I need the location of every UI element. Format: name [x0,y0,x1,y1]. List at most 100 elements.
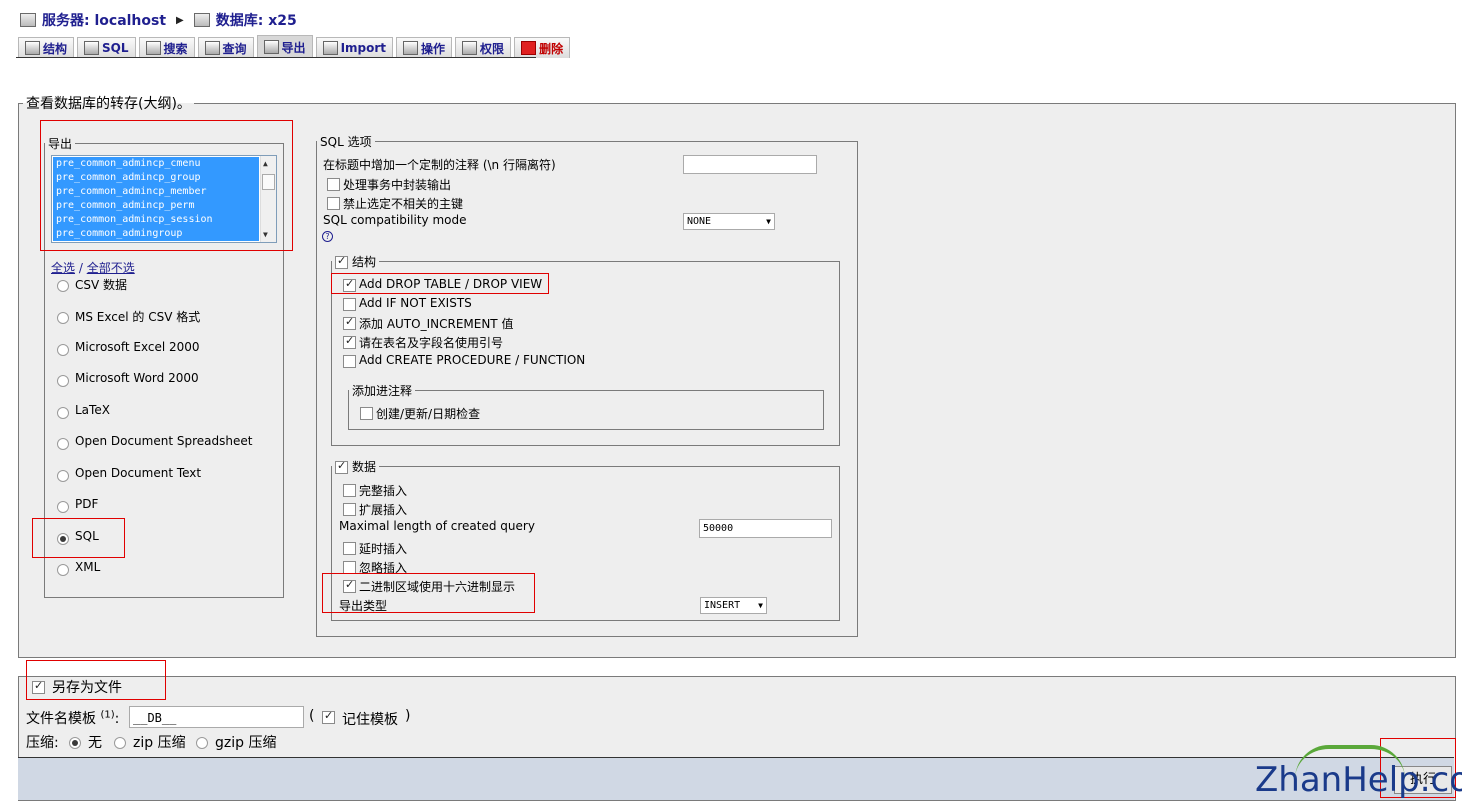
paren-open: ( [309,708,315,724]
query-icon [204,41,220,55]
option-label: 延时插入 [359,542,408,556]
option-label: Add CREATE PROCEDURE / FUNCTION [359,353,586,367]
format-label: CSV 数据 [75,278,128,292]
compression-none-label: 无 [88,735,102,751]
tab-label: Import [340,41,387,55]
option-label: 记住模板 [342,712,398,728]
foreign-keys-checkbox[interactable] [327,197,340,210]
import-icon [322,41,338,55]
format-radio[interactable] [57,564,69,576]
filename-colon: : [114,711,120,727]
tab-drop[interactable]: 删除 [514,37,571,58]
deselect-all-link[interactable]: 全部不选 [87,261,135,275]
breadcrumb-separator-icon: ▶ [176,14,184,26]
tab-bar: 结构 SQL 搜索 查询 导出 Import 操作 权限 删除 [18,35,571,58]
drop-icon [521,41,537,55]
compression-zip-radio[interactable] [114,737,126,749]
tab-query[interactable]: 查询 [197,37,254,58]
format-label: PDF [75,497,99,511]
dates-checkbox[interactable] [360,407,373,420]
format-radio[interactable] [57,312,69,324]
tab-structure[interactable]: 结构 [18,37,75,58]
export-icon [263,40,279,54]
tab-import[interactable]: Import [315,37,394,58]
structure-legend: 结构 [332,253,379,270]
tab-privileges[interactable]: 权限 [455,37,512,58]
format-label: MS Excel 的 CSV 格式 [75,310,201,324]
format-radio[interactable] [57,470,69,482]
tab-underline [16,57,536,58]
select-separator: / [78,261,83,275]
delayed-insert-checkbox[interactable] [343,542,356,555]
tab-sql[interactable]: SQL [77,37,136,58]
transaction-checkbox[interactable] [327,178,340,191]
procedure-checkbox[interactable] [343,355,356,368]
if-not-exists-checkbox[interactable] [343,298,356,311]
dropdown-arrow-icon: ▼ [758,601,763,610]
format-radio[interactable] [57,280,69,292]
export-type-value: INSERT [704,600,741,611]
option-label: Add IF NOT EXISTS [359,296,472,310]
help-icon[interactable]: ? [322,231,333,242]
compression-gzip-radio[interactable] [196,737,208,749]
option-label: 完整插入 [359,484,408,498]
breadcrumb-database[interactable]: 数据库: x25 [216,10,297,30]
auto-increment-checkbox[interactable] [343,315,356,330]
comment-input[interactable] [683,155,817,174]
highlight-save-file [26,660,166,700]
structure-icon [25,41,40,55]
remember-wrap: ( [309,708,314,724]
compat-label: SQL compatibility mode [323,213,467,227]
submit-bar [18,757,1454,800]
tab-search[interactable]: 搜索 [138,37,195,58]
select-links: 全选 / 全部不选 [51,259,135,276]
data-legend-label: 数据 [352,460,377,474]
watermark-logo: ZhanHelp.com [1255,745,1462,800]
format-label: Open Document Text [75,466,202,480]
compat-select[interactable]: NONE ▼ [683,213,775,230]
server-icon [20,13,36,27]
option-label: 处理事务中封装输出 [343,178,452,192]
paren-close: ) [405,708,411,724]
operations-icon [403,41,419,55]
option-label: 添加 AUTO_INCREMENT 值 [359,317,514,331]
backquotes-checkbox[interactable] [343,334,356,349]
highlight-hex-binary [322,573,535,613]
tab-label: 结构 [43,41,68,56]
max-query-input[interactable]: 50000 [699,519,832,538]
format-label: LaTeX [75,403,110,417]
tab-label: 查询 [222,41,247,56]
remember-template-checkbox[interactable] [322,709,335,724]
format-label: Microsoft Word 2000 [75,371,199,385]
option-label: 请在表名及字段名使用引号 [359,336,504,350]
extended-insert-checkbox[interactable] [343,503,356,516]
format-radio[interactable] [57,375,69,387]
highlight-drop-table [331,273,549,294]
dropdown-arrow-icon: ▼ [766,217,771,226]
select-all-link[interactable]: 全选 [51,261,75,275]
export-type-select[interactable]: INSERT ▼ [700,597,767,614]
tab-label: 导出 [281,40,306,55]
structure-checkbox[interactable] [335,254,348,269]
compression-none-radio[interactable] [69,737,81,749]
tab-label: 操作 [421,41,446,56]
filename-footnote: (1) [100,709,115,721]
tab-export[interactable]: 导出 [256,35,313,58]
privileges-icon [462,41,478,55]
tab-operations[interactable]: 操作 [396,37,453,58]
tab-label: 删除 [539,41,564,56]
format-radio[interactable] [57,501,69,513]
structure-legend-label: 结构 [352,255,377,269]
breadcrumb-server[interactable]: 服务器: localhost [42,10,166,30]
format-radio[interactable] [57,344,69,356]
format-label: Microsoft Excel 2000 [75,340,200,354]
format-radio[interactable] [57,438,69,450]
option-label: 扩展插入 [359,503,408,517]
comments-legend: 添加进注释 [352,384,413,398]
compression-label: 压缩: [26,735,59,751]
format-radio[interactable] [57,407,69,419]
breadcrumb: 服务器: localhost ▶ 数据库: x25 [20,10,297,30]
data-checkbox[interactable] [335,459,348,474]
filename-template-input[interactable]: __DB__ [129,706,304,728]
complete-insert-checkbox[interactable] [343,484,356,497]
